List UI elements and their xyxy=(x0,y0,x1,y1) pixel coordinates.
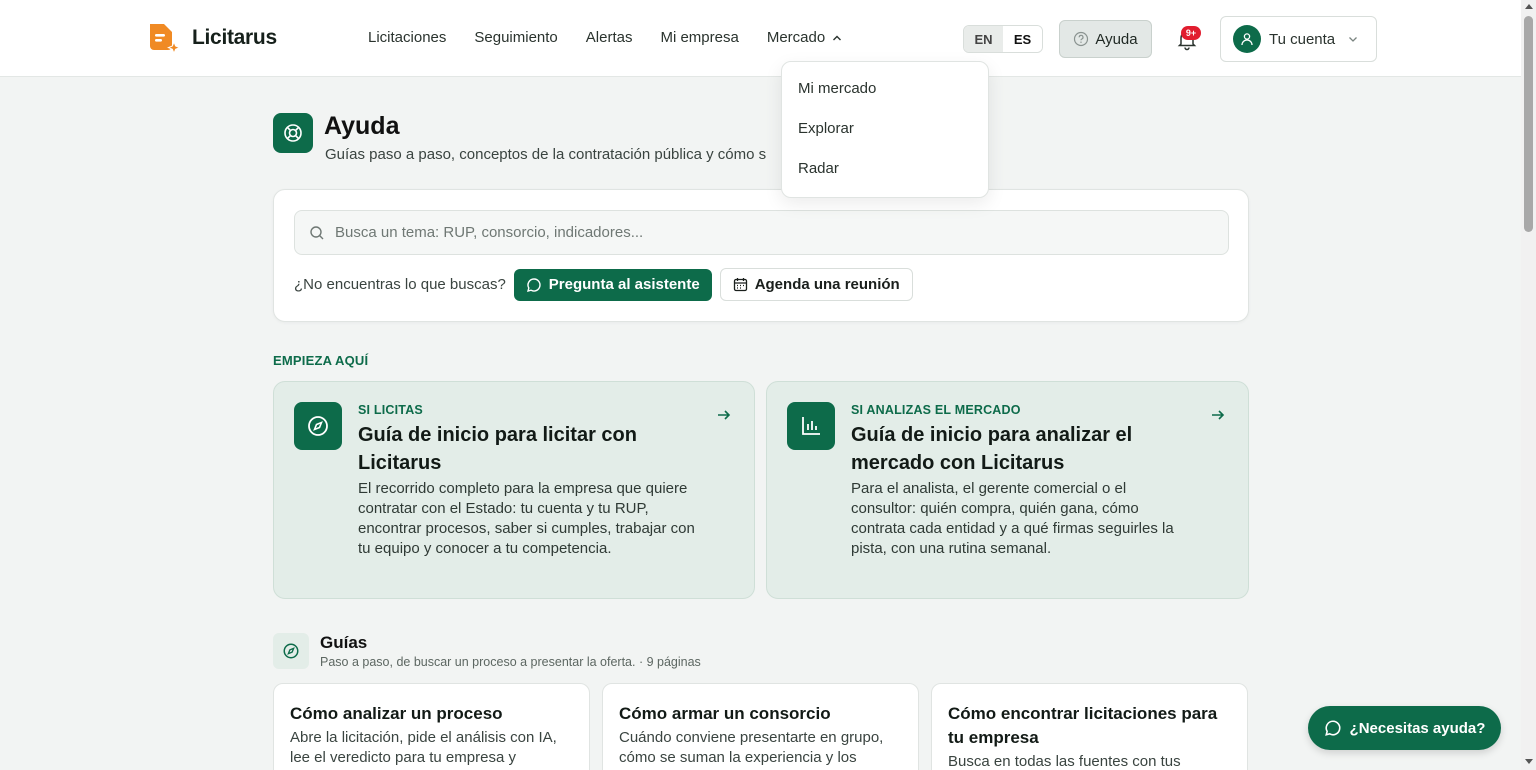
chat-bubble-icon xyxy=(526,277,541,292)
start-card-bidding[interactable]: SI LICITAS Guía de inicio para licitar c… xyxy=(273,381,755,599)
guide-card[interactable]: Cómo encontrar licitaciones para tu empr… xyxy=(931,683,1248,770)
guide-title: Cómo encontrar licitaciones para tu empr… xyxy=(948,704,1218,747)
notification-badge: 9+ xyxy=(1181,26,1201,40)
arrow-right-icon xyxy=(1212,410,1225,420)
chat-bubble-icon xyxy=(1324,720,1341,736)
brand-name: Licitarus xyxy=(192,26,277,49)
menu-item-explorar[interactable]: Explorar xyxy=(782,120,988,160)
menu-item-radar[interactable]: Radar xyxy=(782,160,988,200)
language-switcher: EN ES xyxy=(963,25,1043,53)
card-eyebrow: SI ANALIZAS EL MERCADO xyxy=(851,403,1021,417)
card-description: El recorrido completo para la empresa qu… xyxy=(358,480,695,557)
ask-assistant-button[interactable]: Pregunta al asistente xyxy=(513,268,712,301)
guide-description: Busca en todas las fuentes con tus xyxy=(948,753,1181,770)
question-circle-icon xyxy=(1074,31,1089,47)
account-label: Tu cuenta xyxy=(1269,30,1336,48)
guide-card[interactable]: Cómo armar un consorcio Cuándo conviene … xyxy=(602,683,919,770)
scroll-up-arrow-icon[interactable] xyxy=(1525,4,1533,9)
card-eyebrow: SI LICITAS xyxy=(358,403,423,417)
main-nav: Licitaciones Seguimiento Alertas Mi empr… xyxy=(368,29,843,46)
need-help-label: ¿Necesitas ayuda? xyxy=(1349,719,1486,737)
card-description: Para el analista, el gerente comercial o… xyxy=(851,480,1174,557)
lifebuoy-icon xyxy=(273,113,313,153)
lang-es-button[interactable]: ES xyxy=(1003,26,1042,52)
search-card: ¿No encuentras lo que buscas? Pregunta a… xyxy=(273,189,1249,322)
logo-mark-icon xyxy=(150,24,181,55)
schedule-meeting-button[interactable]: Agenda una reunión xyxy=(719,268,913,301)
guide-title: Cómo armar un consorcio xyxy=(619,704,831,723)
help-row: ¿No encuentras lo que buscas? Pregunta a… xyxy=(294,268,913,301)
nav-item-alertas[interactable]: Alertas xyxy=(586,29,633,46)
search-input[interactable] xyxy=(335,224,1215,241)
guides-section-subtitle: Paso a paso, de buscar un proceso a pres… xyxy=(320,655,701,669)
avatar xyxy=(1233,25,1261,53)
card-title: Guía de inicio para analizar el mercado … xyxy=(851,424,1133,474)
guide-title: Cómo analizar un proceso xyxy=(290,704,503,723)
compass-icon xyxy=(273,633,309,669)
guide-card[interactable]: Cómo analizar un proceso Abre la licitac… xyxy=(273,683,590,770)
calendar-icon xyxy=(733,278,747,292)
market-dropdown-menu: Mi mercado Explorar Radar xyxy=(781,61,989,198)
help-button[interactable]: Ayuda xyxy=(1059,20,1152,58)
page-subtitle: Guías paso a paso, conceptos de la contr… xyxy=(325,146,767,163)
guide-description: Cuándo conviene presentarte en grupo, có… xyxy=(619,729,884,766)
schedule-meeting-label: Agenda una reunión xyxy=(754,276,900,293)
nav-item-licitaciones[interactable]: Licitaciones xyxy=(368,29,446,46)
card-title: Guía de inicio para licitar con Licitaru… xyxy=(358,424,637,474)
nav-item-mercado-label: Mercado xyxy=(766,29,826,46)
compass-icon xyxy=(294,402,342,450)
chevron-up-icon xyxy=(833,35,842,40)
lang-en-button[interactable]: EN xyxy=(964,26,1003,52)
search-box xyxy=(294,210,1229,255)
ask-assistant-label: Pregunta al asistente xyxy=(548,276,700,293)
nav-item-mercado[interactable]: Mercado xyxy=(767,29,843,46)
logo[interactable]: Licitarus xyxy=(146,20,277,56)
need-help-button[interactable]: ¿Necesitas ayuda? xyxy=(1308,706,1501,750)
user-icon xyxy=(1241,33,1253,46)
scroll-down-arrow-icon[interactable] xyxy=(1525,759,1533,764)
page-title: Ayuda xyxy=(324,112,400,140)
nav-item-mi-empresa[interactable]: Mi empresa xyxy=(660,29,738,46)
bar-chart-icon xyxy=(787,402,835,450)
arrow-right-icon xyxy=(718,410,731,420)
scrollbar-thumb[interactable] xyxy=(1524,16,1533,232)
vertical-scrollbar[interactable] xyxy=(1521,0,1536,770)
start-card-market[interactable]: SI ANALIZAS EL MERCADO Guía de inicio pa… xyxy=(766,381,1249,599)
search-icon xyxy=(310,225,324,239)
guides-section-title: Guías xyxy=(320,633,368,652)
top-header: Licitarus Licitaciones Seguimiento Alert… xyxy=(0,0,1521,77)
nav-item-seguimiento[interactable]: Seguimiento xyxy=(474,29,557,46)
menu-item-mi-mercado[interactable]: Mi mercado xyxy=(782,80,988,120)
not-found-prompt: ¿No encuentras lo que buscas? xyxy=(294,276,506,293)
help-button-label: Ayuda xyxy=(1095,30,1138,48)
guide-description: Abre la licitación, pide el análisis con… xyxy=(290,729,557,766)
chevron-down-icon xyxy=(1349,37,1358,42)
start-here-label: EMPIEZA AQUÍ xyxy=(273,353,369,368)
account-menu-button[interactable]: Tu cuenta xyxy=(1220,16,1377,62)
